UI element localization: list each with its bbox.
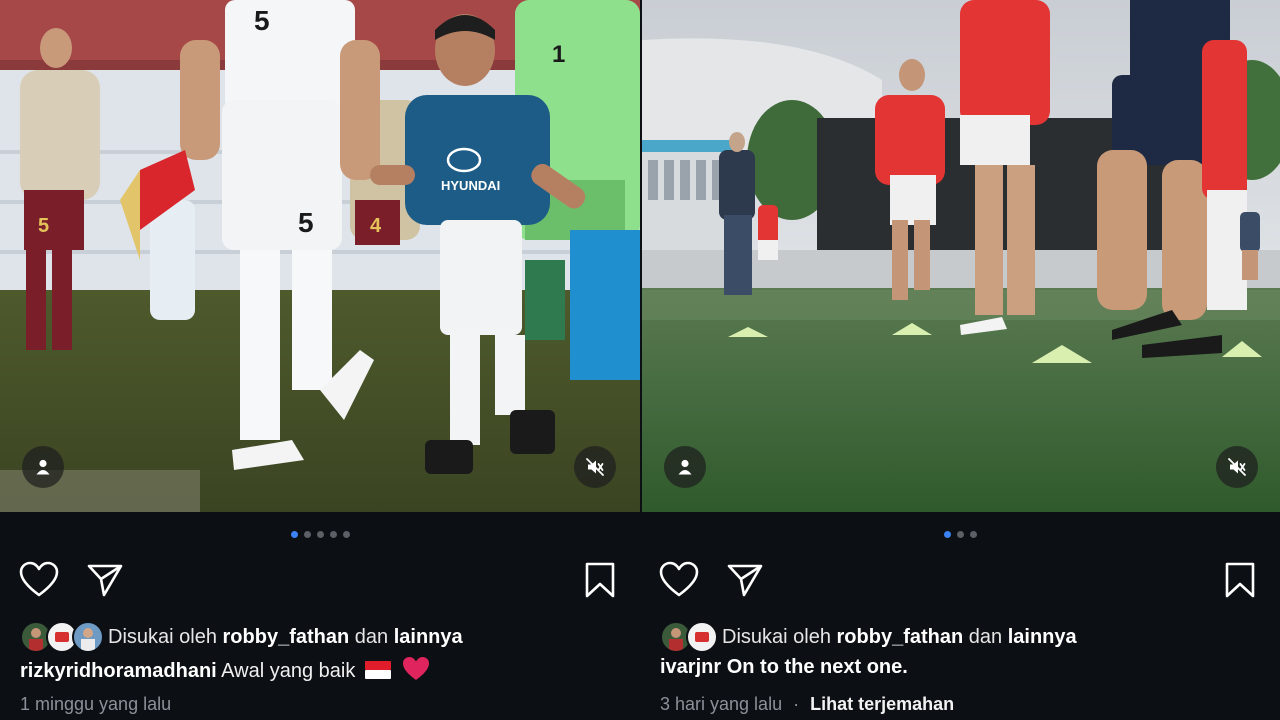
tag-people-button[interactable] (22, 446, 64, 488)
carousel-dot (329, 531, 337, 538)
mute-button[interactable] (1216, 446, 1258, 488)
sponsor-logo: HYUNDAI (441, 178, 500, 193)
speaker-muted-icon (1228, 458, 1246, 476)
liker-username[interactable]: robby_fathan (837, 626, 964, 648)
caption: rizkyridhoramadhani Awal yang baik 🇮🇩 ❤️ (20, 656, 430, 683)
indonesia-flag-emoji (364, 661, 391, 679)
author-username[interactable]: ivarjnr (660, 656, 721, 678)
likes-summary: Disukai oleh robby_fathan dan lainnya (722, 626, 1077, 649)
carousel-indicator (640, 531, 1280, 538)
liked-joiner: dan (354, 625, 389, 648)
others-link[interactable]: lainnya (1008, 626, 1077, 648)
liker-avatars (660, 621, 722, 653)
meta-separator: · (793, 694, 800, 714)
post-left: 5 5 1 5 4 HYUNDAI Disukai oleh robby_fat… (0, 0, 640, 720)
heart-icon (19, 561, 59, 597)
user-tag-icon (36, 459, 50, 475)
carousel-dot (316, 531, 324, 538)
caption-text: Awal yang baik (221, 660, 356, 682)
likes-row[interactable]: Disukai oleh robby_fathan dan lainnya (660, 620, 1077, 654)
jersey-number: 5 (254, 5, 270, 36)
tag-people-button[interactable] (664, 446, 706, 488)
avatar (72, 621, 104, 653)
carousel-dot (956, 531, 964, 538)
like-button[interactable] (659, 560, 699, 600)
post-timestamp: 1 minggu yang lalu (20, 694, 172, 714)
jersey-number: 5 (38, 215, 49, 237)
post-timestamp: 3 hari yang lalu (660, 694, 783, 714)
save-button[interactable] (580, 560, 620, 600)
carousel-dot (303, 531, 311, 538)
carousel-dot (342, 531, 350, 538)
share-button[interactable] (725, 560, 765, 600)
liker-username[interactable]: robby_fathan (223, 626, 350, 648)
liked-joiner: dan (968, 625, 1003, 648)
jersey-number: 5 (298, 207, 314, 238)
post-image (642, 0, 1280, 512)
others-link[interactable]: lainnya (394, 626, 463, 648)
avatar (686, 621, 718, 653)
save-button[interactable] (1220, 560, 1260, 600)
bookmark-icon (1225, 562, 1255, 598)
send-icon (87, 564, 123, 597)
post-right: Disukai oleh robby_fathan dan lainnya iv… (640, 0, 1280, 720)
likes-row[interactable]: Disukai oleh robby_fathan dan lainnya (20, 620, 463, 654)
carousel-dot (943, 531, 951, 538)
caption-text: On to the next one. (726, 656, 908, 678)
author-username[interactable]: rizkyridhoramadhani (20, 660, 217, 682)
like-button[interactable] (19, 560, 59, 600)
post-media[interactable]: 5 5 1 5 4 HYUNDAI (0, 0, 640, 512)
bookmark-icon (585, 562, 615, 598)
likes-summary: Disukai oleh robby_fathan dan lainnya (108, 626, 463, 649)
post-media[interactable] (642, 0, 1280, 512)
red-heart-emoji (403, 657, 430, 680)
jersey-number: 1 (552, 41, 565, 68)
see-translation-link[interactable]: Lihat terjemahan (810, 694, 954, 714)
liked-by-label: Disukai oleh (722, 625, 831, 648)
action-bar (0, 560, 640, 600)
carousel-indicator (0, 531, 640, 538)
speaker-muted-icon (586, 458, 604, 476)
action-bar (640, 560, 1280, 600)
send-icon (727, 564, 763, 597)
share-button[interactable] (85, 560, 125, 600)
post-meta: 3 hari yang lalu · Lihat terjemahan (660, 694, 954, 715)
mute-button[interactable] (574, 446, 616, 488)
carousel-dot (290, 531, 298, 538)
caption: ivarjnr On to the next one. (660, 656, 908, 679)
post-image: 5 5 1 5 4 HYUNDAI (0, 0, 640, 512)
liked-by-label: Disukai oleh (108, 625, 217, 648)
user-tag-icon (678, 459, 692, 475)
heart-icon (659, 561, 699, 597)
liker-avatars (20, 621, 108, 653)
carousel-dot (969, 531, 977, 538)
jersey-number: 4 (370, 215, 382, 237)
post-meta: 1 minggu yang lalu (20, 694, 171, 715)
